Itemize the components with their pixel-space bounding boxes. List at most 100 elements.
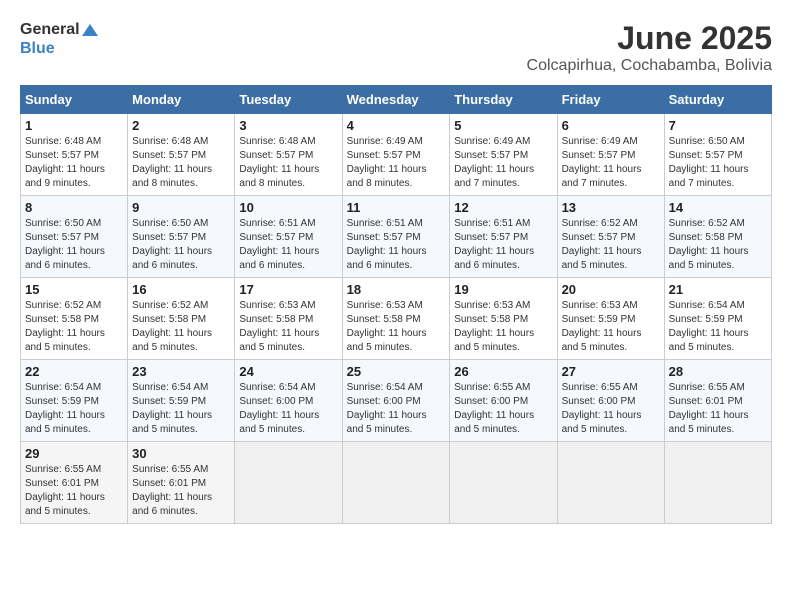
day-info: Sunrise: 6:55 AMSunset: 6:00 PMDaylight:… — [562, 381, 660, 437]
table-row: 23 Sunrise: 6:54 AMSunset: 5:59 PMDaylig… — [128, 360, 235, 442]
day-number: 26 — [454, 364, 552, 379]
table-row: 3 Sunrise: 6:48 AMSunset: 5:57 PMDayligh… — [235, 114, 342, 196]
table-row: 1 Sunrise: 6:48 AMSunset: 5:57 PMDayligh… — [21, 114, 128, 196]
day-number: 25 — [347, 364, 446, 379]
table-row: 19 Sunrise: 6:53 AMSunset: 5:58 PMDaylig… — [450, 278, 557, 360]
day-info: Sunrise: 6:52 AMSunset: 5:57 PMDaylight:… — [562, 217, 660, 273]
calendar-week-2: 8 Sunrise: 6:50 AMSunset: 5:57 PMDayligh… — [21, 196, 772, 278]
table-row: 26 Sunrise: 6:55 AMSunset: 6:00 PMDaylig… — [450, 360, 557, 442]
day-number: 16 — [132, 282, 230, 297]
col-tuesday: Tuesday — [235, 86, 342, 114]
table-row — [664, 442, 771, 524]
day-info: Sunrise: 6:55 AMSunset: 6:01 PMDaylight:… — [25, 463, 123, 519]
day-number: 19 — [454, 282, 552, 297]
table-row: 21 Sunrise: 6:54 AMSunset: 5:59 PMDaylig… — [664, 278, 771, 360]
day-info: Sunrise: 6:50 AMSunset: 5:57 PMDaylight:… — [132, 217, 230, 273]
day-number: 18 — [347, 282, 446, 297]
day-number: 24 — [239, 364, 337, 379]
day-info: Sunrise: 6:51 AMSunset: 5:57 PMDaylight:… — [454, 217, 552, 273]
day-number: 29 — [25, 446, 123, 461]
table-row: 17 Sunrise: 6:53 AMSunset: 5:58 PMDaylig… — [235, 278, 342, 360]
title-block: June 2025 Colcapirhua, Cochabamba, Boliv… — [527, 20, 772, 75]
table-row: 6 Sunrise: 6:49 AMSunset: 5:57 PMDayligh… — [557, 114, 664, 196]
col-friday: Friday — [557, 86, 664, 114]
day-number: 28 — [669, 364, 767, 379]
col-monday: Monday — [128, 86, 235, 114]
day-info: Sunrise: 6:53 AMSunset: 5:58 PMDaylight:… — [347, 299, 446, 355]
table-row: 28 Sunrise: 6:55 AMSunset: 6:01 PMDaylig… — [664, 360, 771, 442]
day-info: Sunrise: 6:53 AMSunset: 5:59 PMDaylight:… — [562, 299, 660, 355]
calendar-header-row: Sunday Monday Tuesday Wednesday Thursday… — [21, 86, 772, 114]
day-number: 10 — [239, 200, 337, 215]
day-number: 7 — [669, 118, 767, 133]
table-row: 8 Sunrise: 6:50 AMSunset: 5:57 PMDayligh… — [21, 196, 128, 278]
day-info: Sunrise: 6:49 AMSunset: 5:57 PMDaylight:… — [562, 135, 660, 191]
col-thursday: Thursday — [450, 86, 557, 114]
day-info: Sunrise: 6:51 AMSunset: 5:57 PMDaylight:… — [347, 217, 446, 273]
table-row: 24 Sunrise: 6:54 AMSunset: 6:00 PMDaylig… — [235, 360, 342, 442]
day-number: 8 — [25, 200, 123, 215]
location-title: Colcapirhua, Cochabamba, Bolivia — [527, 57, 772, 75]
table-row: 2 Sunrise: 6:48 AMSunset: 5:57 PMDayligh… — [128, 114, 235, 196]
day-info: Sunrise: 6:54 AMSunset: 6:00 PMDaylight:… — [347, 381, 446, 437]
day-info: Sunrise: 6:50 AMSunset: 5:57 PMDaylight:… — [25, 217, 123, 273]
day-number: 17 — [239, 282, 337, 297]
day-info: Sunrise: 6:55 AMSunset: 6:00 PMDaylight:… — [454, 381, 552, 437]
day-number: 15 — [25, 282, 123, 297]
table-row: 30 Sunrise: 6:55 AMSunset: 6:01 PMDaylig… — [128, 442, 235, 524]
day-number: 13 — [562, 200, 660, 215]
table-row: 11 Sunrise: 6:51 AMSunset: 5:57 PMDaylig… — [342, 196, 450, 278]
table-row: 27 Sunrise: 6:55 AMSunset: 6:00 PMDaylig… — [557, 360, 664, 442]
logo-svg: General Blue — [20, 20, 98, 58]
table-row: 18 Sunrise: 6:53 AMSunset: 5:58 PMDaylig… — [342, 278, 450, 360]
day-number: 6 — [562, 118, 660, 133]
day-info: Sunrise: 6:55 AMSunset: 6:01 PMDaylight:… — [669, 381, 767, 437]
table-row: 25 Sunrise: 6:54 AMSunset: 6:00 PMDaylig… — [342, 360, 450, 442]
table-row — [557, 442, 664, 524]
day-info: Sunrise: 6:53 AMSunset: 5:58 PMDaylight:… — [454, 299, 552, 355]
table-row: 29 Sunrise: 6:55 AMSunset: 6:01 PMDaylig… — [21, 442, 128, 524]
day-number: 12 — [454, 200, 552, 215]
table-row — [450, 442, 557, 524]
page-header: General Blue June 2025 Colcapirhua, Coch… — [20, 20, 772, 75]
day-info: Sunrise: 6:49 AMSunset: 5:57 PMDaylight:… — [347, 135, 446, 191]
table-row: 14 Sunrise: 6:52 AMSunset: 5:58 PMDaylig… — [664, 196, 771, 278]
day-number: 5 — [454, 118, 552, 133]
table-row: 5 Sunrise: 6:49 AMSunset: 5:57 PMDayligh… — [450, 114, 557, 196]
day-number: 23 — [132, 364, 230, 379]
table-row: 16 Sunrise: 6:52 AMSunset: 5:58 PMDaylig… — [128, 278, 235, 360]
day-number: 11 — [347, 200, 446, 215]
table-row: 15 Sunrise: 6:52 AMSunset: 5:58 PMDaylig… — [21, 278, 128, 360]
day-number: 22 — [25, 364, 123, 379]
col-sunday: Sunday — [21, 86, 128, 114]
table-row — [235, 442, 342, 524]
day-number: 4 — [347, 118, 446, 133]
day-info: Sunrise: 6:52 AMSunset: 5:58 PMDaylight:… — [25, 299, 123, 355]
day-info: Sunrise: 6:49 AMSunset: 5:57 PMDaylight:… — [454, 135, 552, 191]
table-row: 22 Sunrise: 6:54 AMSunset: 5:59 PMDaylig… — [21, 360, 128, 442]
day-info: Sunrise: 6:53 AMSunset: 5:58 PMDaylight:… — [239, 299, 337, 355]
table-row: 9 Sunrise: 6:50 AMSunset: 5:57 PMDayligh… — [128, 196, 235, 278]
logo: General Blue — [20, 20, 98, 58]
day-number: 21 — [669, 282, 767, 297]
day-info: Sunrise: 6:55 AMSunset: 6:01 PMDaylight:… — [132, 463, 230, 519]
day-number: 30 — [132, 446, 230, 461]
col-saturday: Saturday — [664, 86, 771, 114]
table-row — [342, 442, 450, 524]
day-info: Sunrise: 6:48 AMSunset: 5:57 PMDaylight:… — [132, 135, 230, 191]
day-number: 27 — [562, 364, 660, 379]
table-row: 4 Sunrise: 6:49 AMSunset: 5:57 PMDayligh… — [342, 114, 450, 196]
day-info: Sunrise: 6:48 AMSunset: 5:57 PMDaylight:… — [25, 135, 123, 191]
calendar-table: Sunday Monday Tuesday Wednesday Thursday… — [20, 85, 772, 524]
table-row: 20 Sunrise: 6:53 AMSunset: 5:59 PMDaylig… — [557, 278, 664, 360]
day-number: 9 — [132, 200, 230, 215]
day-info: Sunrise: 6:52 AMSunset: 5:58 PMDaylight:… — [669, 217, 767, 273]
day-info: Sunrise: 6:54 AMSunset: 5:59 PMDaylight:… — [25, 381, 123, 437]
col-wednesday: Wednesday — [342, 86, 450, 114]
day-number: 14 — [669, 200, 767, 215]
day-info: Sunrise: 6:54 AMSunset: 6:00 PMDaylight:… — [239, 381, 337, 437]
day-info: Sunrise: 6:52 AMSunset: 5:58 PMDaylight:… — [132, 299, 230, 355]
table-row: 13 Sunrise: 6:52 AMSunset: 5:57 PMDaylig… — [557, 196, 664, 278]
calendar-week-3: 15 Sunrise: 6:52 AMSunset: 5:58 PMDaylig… — [21, 278, 772, 360]
calendar-week-4: 22 Sunrise: 6:54 AMSunset: 5:59 PMDaylig… — [21, 360, 772, 442]
